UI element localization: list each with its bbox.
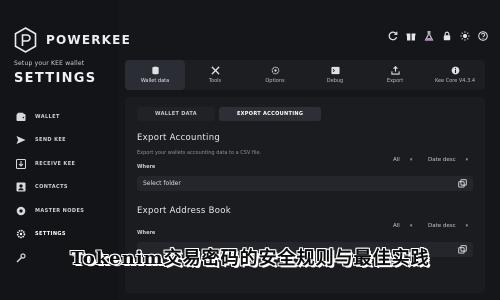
tab-label: Debug (326, 78, 344, 84)
sidebar-item-label: WALLET (35, 113, 60, 120)
tab-label: Tools (208, 78, 222, 84)
select-folder-field[interactable]: Select folder (137, 176, 473, 191)
powerkee-logo-icon (14, 27, 37, 53)
tab-export[interactable]: Export (365, 60, 425, 90)
filter-value: All (393, 157, 400, 163)
where-label: Where (137, 164, 156, 170)
sidebar-item-receive-kee[interactable]: RECEIVE KEE (16, 152, 116, 176)
sidebar-item-wallet[interactable]: WALLET (16, 105, 116, 129)
settings-tabbar: Wallet data Tools Options Debug Export K… (125, 60, 485, 90)
sidebar-item-label: CONTACTS (35, 184, 68, 191)
sidebar-item-label: MASTER NODES (35, 207, 85, 214)
tab-kee-core[interactable]: Kee Core V4.3.4 (425, 60, 485, 90)
chevron-down-icon: ▾ (409, 223, 413, 229)
master-nodes-icon (16, 206, 26, 216)
section-title: SETTINGS (14, 71, 97, 86)
sidebar-item-label: RECEIVE KEE (35, 160, 76, 167)
brand-logo: POWERKEE (14, 27, 131, 53)
export-accounting-title: Export Accounting (137, 133, 221, 143)
tab-options[interactable]: Options (245, 60, 305, 90)
export-icon (390, 66, 400, 75)
chevron-down-icon: ▾ (409, 157, 413, 163)
sidebar-item-send-kee[interactable]: SEND KEE (16, 129, 116, 153)
info-icon (451, 66, 459, 75)
top-toolbar (388, 31, 488, 41)
sidebar-subtitle: Setup your KEE wallet (14, 60, 85, 67)
tab-debug[interactable]: Debug (305, 60, 365, 90)
sidebar-item-master-nodes[interactable]: MASTER NODES (16, 199, 116, 223)
subtab-wallet-data[interactable]: WALLET DATA (137, 107, 215, 121)
options-icon (271, 66, 279, 75)
gift-icon[interactable] (406, 31, 416, 41)
debug-icon (330, 66, 340, 75)
chevron-down-icon: ▾ (465, 223, 469, 229)
gear-icon (16, 230, 26, 239)
subtabs: WALLET DATA EXPORT ACCOUNTING (137, 107, 322, 121)
sidebar-item-settings[interactable]: SETTINGS (16, 223, 116, 247)
tab-tools[interactable]: Tools (185, 60, 245, 90)
copy-icon[interactable] (458, 179, 467, 188)
tab-label: Wallet data (140, 78, 170, 84)
filter-value: All (393, 223, 400, 229)
filter-dropdown[interactable]: All ▾ (393, 157, 412, 163)
filter-dropdown[interactable]: All ▾ (393, 223, 412, 229)
tab-label: Options (265, 78, 285, 84)
sidebar-item-contacts[interactable]: CONTACTS (16, 176, 116, 200)
help-icon[interactable] (478, 31, 488, 41)
wallet-icon (16, 112, 26, 121)
tab-label: Kee Core V4.3.4 (434, 78, 476, 84)
flask-icon[interactable] (424, 31, 434, 41)
select-folder-text: Select folder (143, 180, 181, 187)
tab-label: Export (386, 78, 404, 84)
sort-dropdown[interactable]: Date desc ▾ (428, 223, 468, 229)
where-label: Where (137, 230, 156, 236)
sort-value: Date desc (428, 223, 456, 229)
export-address-book-title: Export Address Book (137, 206, 231, 216)
export-accounting-description: Export your wallets accounting data to a… (137, 150, 262, 156)
tab-wallet-data[interactable]: Wallet data (125, 60, 185, 90)
sun-icon[interactable] (460, 31, 470, 41)
sort-value: Date desc (428, 157, 456, 163)
database-icon (151, 66, 159, 75)
overlay-caption: Tokenim交易密码的安全规则与最佳实践 (70, 248, 430, 269)
receive-icon (16, 158, 26, 169)
tools-icon (210, 66, 220, 75)
contacts-icon (16, 182, 26, 192)
subtab-export-accounting[interactable]: EXPORT ACCOUNTING (218, 107, 322, 121)
sidebar-item-label: SETTINGS (35, 231, 66, 238)
sort-dropdown[interactable]: Date desc ▾ (428, 157, 468, 163)
chevron-down-icon: ▾ (465, 157, 469, 163)
lock-icon[interactable] (442, 31, 452, 41)
send-icon (16, 136, 26, 145)
refresh-icon[interactable] (388, 31, 398, 41)
brand-name: POWERKEE (46, 33, 131, 47)
sidebar-item-label: SEND KEE (35, 137, 66, 144)
